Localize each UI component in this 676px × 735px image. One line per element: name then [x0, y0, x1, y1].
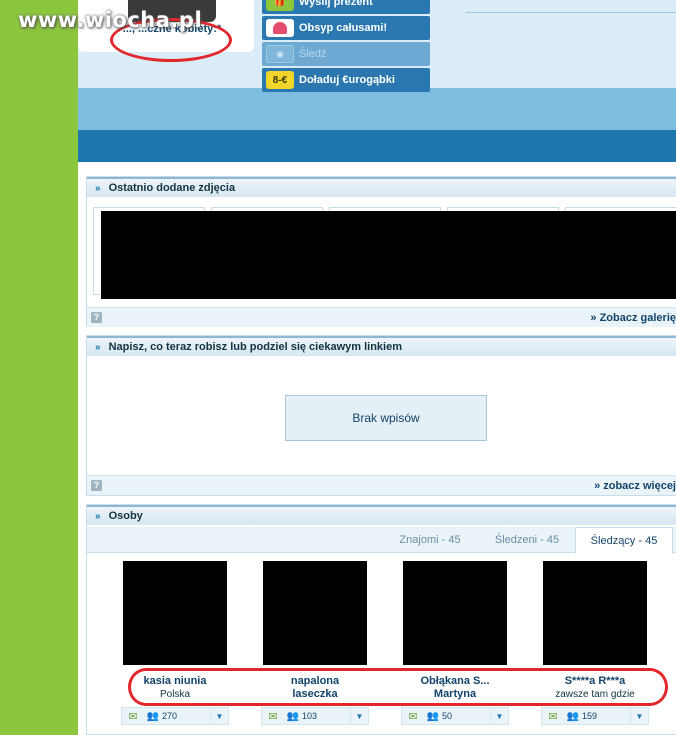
no-entries-box: Brak wpisów — [285, 395, 487, 441]
eye-icon: ◉ — [266, 45, 294, 63]
tab-followed-label: Śledzeni - 45 — [494, 534, 560, 546]
chevron-down-icon[interactable]: ▼ — [210, 708, 228, 724]
send-message-icon[interactable]: ✉ — [402, 708, 424, 724]
header-bottom-bar — [78, 130, 676, 162]
tab-friends-label: Znajomi - 45 — [399, 534, 461, 546]
person-actions: ✉ 👥 50 ▼ — [401, 707, 509, 725]
send-message-icon[interactable]: ✉ — [542, 708, 564, 724]
tab-followed[interactable]: Śledzeni - 45 — [481, 527, 573, 553]
top-up-coins-button[interactable]: 8-€ Doładuj €urogąbki — [262, 68, 430, 92]
friends-icon: 👥 — [146, 710, 160, 722]
profile-action-list: 🎁 Wyślij prezent Obsyp całusami! ◉ Śledź… — [262, 0, 430, 94]
header-divider — [466, 12, 676, 13]
friends-icon: 👥 — [566, 710, 580, 722]
chevron-right-icon: » — [95, 341, 101, 353]
recent-photos-footer: ? » Zobacz galerię — [87, 307, 676, 327]
friends-count: 50 — [442, 711, 453, 721]
left-green-rail — [0, 0, 78, 735]
people-header: » Osoby — [87, 505, 676, 525]
help-icon[interactable]: ? — [91, 480, 102, 491]
recent-photos-title: Ostatnio dodane zdjęcia — [108, 182, 236, 194]
gift-icon: 🎁 — [266, 0, 294, 11]
chevron-right-icon: » — [95, 182, 101, 194]
status-header: » Napisz, co teraz robisz lub podziel si… — [87, 336, 676, 356]
chevron-right-icon: » — [95, 510, 101, 522]
person-actions: ✉ 👥 103 ▼ — [261, 707, 369, 725]
send-kisses-button[interactable]: Obsyp całusami! — [262, 16, 430, 40]
top-up-coins-label: Doładuj €urogąbki — [299, 74, 395, 86]
friends-count: 270 — [162, 711, 178, 721]
send-message-icon[interactable]: ✉ — [262, 708, 284, 724]
recent-photos-section: » Ostatnio dodane zdjęcia ? » Zobacz gal… — [86, 176, 676, 327]
person-photo[interactable] — [543, 561, 647, 665]
censor-block — [101, 211, 676, 299]
person-photo[interactable] — [263, 561, 367, 665]
lips-icon — [266, 19, 294, 37]
people-tabs: Znajomi - 45 Śledzeni - 45 Śledzący - 45 — [87, 527, 676, 554]
follow-label: Śledź — [299, 48, 327, 60]
send-gift-button[interactable]: 🎁 Wyślij prezent — [262, 0, 430, 14]
see-more-link[interactable]: » zobacz więcej — [594, 480, 676, 492]
help-icon[interactable]: ? — [91, 312, 102, 323]
chevron-down-icon[interactable]: ▼ — [490, 708, 508, 724]
send-message-icon[interactable]: ✉ — [122, 708, 144, 724]
send-kisses-label: Obsyp całusami! — [299, 22, 388, 34]
friends-icon: 👥 — [286, 710, 300, 722]
status-section: » Napisz, co teraz robisz lub podziel si… — [86, 335, 676, 496]
tab-followers[interactable]: Śledzący - 45 — [575, 527, 673, 554]
recent-photos-header: » Ostatnio dodane zdjęcia — [87, 177, 676, 197]
friends-icon: 👥 — [426, 710, 440, 722]
person-photo[interactable] — [403, 561, 507, 665]
follow-button[interactable]: ◉ Śledź — [262, 42, 430, 66]
chevron-down-icon[interactable]: ▼ — [350, 708, 368, 724]
people-title: Osoby — [108, 510, 143, 522]
friends-count: 159 — [582, 711, 598, 721]
euro-coins-icon: 8-€ — [266, 71, 294, 89]
person-actions: ✉ 👥 159 ▼ — [541, 707, 649, 725]
tab-followers-label: Śledzący - 45 — [590, 535, 658, 547]
chevron-down-icon[interactable]: ▼ — [630, 708, 648, 724]
recent-photos-row — [93, 207, 676, 299]
status-footer: ? » zobacz więcej — [87, 475, 676, 495]
person-photo[interactable] — [123, 561, 227, 665]
friends-count: 103 — [302, 711, 318, 721]
see-gallery-link[interactable]: » Zobacz galerię — [590, 312, 676, 324]
status-title: Napisz, co teraz robisz lub podziel się … — [108, 341, 402, 353]
tab-friends[interactable]: Znajomi - 45 — [387, 527, 473, 553]
send-gift-label: Wyślij prezent — [299, 0, 373, 8]
red-highlight-circle-names — [128, 668, 668, 706]
site-watermark: www.wiocha.pl — [18, 8, 203, 32]
person-actions: ✉ 👥 270 ▼ — [121, 707, 229, 725]
